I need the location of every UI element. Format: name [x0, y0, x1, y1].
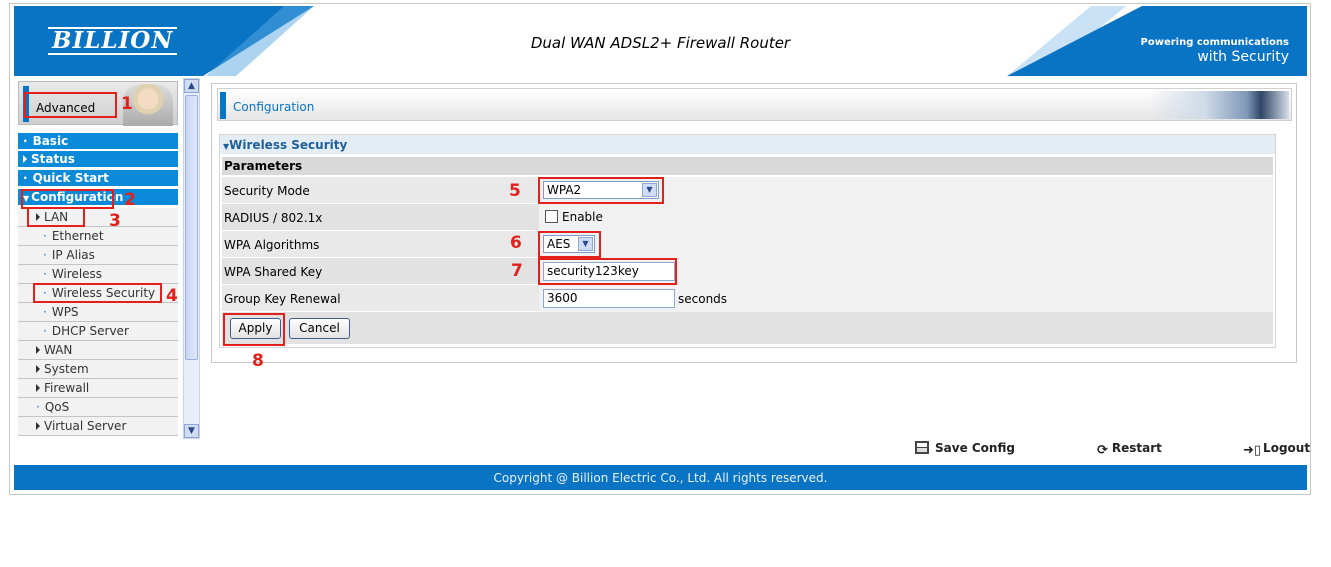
logout-icon: ➜▯ — [1243, 443, 1262, 458]
sidebar-item-wan-label: WAN — [44, 343, 73, 357]
wpa-algorithms-value-cell: AES ▼ — [539, 231, 1273, 258]
save-config-link[interactable]: Save Config — [915, 441, 1015, 455]
sidebar-item-virtual-server[interactable]: Virtual Server — [18, 417, 178, 436]
tagline-line2: with Security — [1197, 49, 1289, 65]
radius-label: RADIUS / 802.1x — [224, 211, 323, 225]
annotation-box-3 — [27, 207, 85, 227]
group-key-renewal-unit: seconds — [678, 292, 728, 306]
menu-quick-start[interactable]: · Quick Start — [18, 170, 178, 187]
security-mode-label: Security Mode — [224, 184, 310, 198]
panel-header[interactable]: ▼Wireless Security — [220, 135, 1275, 155]
content-header-bar — [220, 92, 226, 119]
cancel-button[interactable]: Cancel — [289, 318, 350, 339]
radius-enable-checkbox[interactable] — [545, 210, 558, 223]
annotation-box-1 — [24, 92, 117, 118]
copyright-text: Copyright @ Billion Electric Co., Ltd. A… — [493, 471, 828, 485]
menu-status-label: Status — [31, 152, 75, 166]
annotation-number-5: 5 — [509, 181, 521, 201]
sidebar-item-dhcp-server[interactable]: · DHCP Server — [18, 322, 178, 341]
annotation-number-4: 4 — [166, 286, 178, 306]
save-config-label: Save Config — [935, 441, 1015, 455]
annotation-box-5 — [538, 177, 664, 204]
annotation-box-4 — [33, 283, 162, 303]
sidebar-scrollbar[interactable]: ▲ ▼ — [183, 78, 200, 439]
sidebar-item-qos[interactable]: · QoS — [18, 398, 178, 417]
floppy-icon — [915, 441, 929, 454]
row-wpa-algorithms: WPA Algorithms AES ▼ — [222, 231, 1273, 258]
restart-icon: ⟳ — [1097, 443, 1108, 458]
logout-link[interactable]: ➜▯ Logout — [1243, 441, 1311, 458]
group-key-renewal-input[interactable]: 3600 — [543, 289, 675, 308]
menu-basic-label: Basic — [32, 134, 69, 148]
restart-link[interactable]: ⟳ Restart — [1097, 441, 1162, 458]
tagline-line1: Powering communications — [1140, 37, 1289, 48]
scroll-up-icon[interactable]: ▲ — [184, 79, 199, 93]
office-desk-image — [1149, 91, 1289, 119]
panel-title: Wireless Security — [229, 138, 348, 152]
page-title: Configuration — [233, 100, 315, 114]
sidebar-item-dhcp-server-label: DHCP Server — [51, 324, 129, 338]
radius-enable[interactable]: Enable — [545, 210, 603, 224]
sidebar-item-wireless[interactable]: · Wireless — [18, 265, 178, 284]
sidebar-nav: Advanced · Basic Status · Quick Start ▼ Con… — [18, 79, 180, 439]
row-wpa-shared-key: WPA Shared Key security123key — [222, 258, 1273, 285]
sidebar-item-system[interactable]: System — [18, 360, 178, 379]
params-header: Parameters — [224, 159, 303, 173]
sidebar-item-ethernet-label: Ethernet — [51, 229, 104, 243]
annotation-number-8: 8 — [252, 351, 264, 371]
sidebar-item-system-label: System — [44, 362, 89, 376]
sidebar-item-virtual-server-label: Virtual Server — [44, 419, 127, 433]
row-group-key-renewal: Group Key Renewal 3600 seconds — [222, 285, 1273, 312]
annotation-number-1: 1 — [121, 94, 133, 114]
annotation-number-6: 6 — [510, 233, 522, 253]
product-title: Dual WAN ADSL2+ Firewall Router — [530, 34, 791, 52]
logout-label: Logout — [1263, 441, 1311, 455]
sidebar-item-wan[interactable]: WAN — [18, 341, 178, 360]
sidebar-item-ip-alias-label: IP Alias — [51, 248, 95, 262]
wireless-security-panel: ▼Wireless Security Parameters Security M… — [219, 134, 1276, 348]
annotation-number-3: 3 — [109, 211, 121, 231]
sidebar-item-wireless-label: Wireless — [51, 267, 103, 281]
annotation-box-8 — [223, 313, 285, 346]
sidebar-item-ip-alias[interactable]: · IP Alias — [18, 246, 178, 265]
annotation-number-7: 7 — [511, 261, 523, 281]
sidebar-item-wps[interactable]: · WPS — [18, 303, 178, 322]
annotation-box-6 — [538, 231, 601, 258]
sidebar-item-firewall-label: Firewall — [44, 381, 90, 395]
row-actions: Apply Cancel — [222, 312, 1273, 345]
scroll-thumb[interactable] — [185, 95, 198, 360]
row-radius: RADIUS / 802.1x Enable — [222, 204, 1273, 231]
content-area: Configuration ▼Wireless Security Paramet… — [211, 83, 1297, 363]
sidebar-item-wps-label: WPS — [51, 305, 79, 319]
restart-label: Restart — [1111, 441, 1162, 455]
radius-value-cell: Enable — [539, 204, 1273, 231]
brand-tagline: Powering communications with Security — [1141, 36, 1289, 64]
sidebar-item-firewall[interactable]: Firewall — [18, 379, 178, 398]
group-key-renewal-value-cell: 3600 seconds — [539, 285, 1273, 312]
sidebar-item-qos-label: QoS — [44, 400, 70, 414]
header-banner: BILLION Dual WAN ADSL2+ Firewall Router … — [14, 6, 1307, 76]
annotation-box-2 — [21, 189, 114, 209]
copyright-bar: Copyright @ Billion Electric Co., Ltd. A… — [14, 465, 1307, 490]
menu-status[interactable]: Status — [18, 151, 178, 168]
annotation-box-7 — [538, 258, 677, 285]
group-key-renewal-label: Group Key Renewal — [224, 292, 341, 306]
annotation-number-2: 2 — [124, 190, 136, 210]
menu-quick-start-label: Quick Start — [32, 171, 109, 185]
row-security-mode: Security Mode WPA2 ▼ — [222, 177, 1273, 204]
params-header-row: Parameters — [222, 157, 1273, 176]
scroll-down-icon[interactable]: ▼ — [184, 424, 199, 438]
sidebar-item-ethernet[interactable]: · Ethernet — [18, 227, 178, 246]
radius-enable-label: Enable — [562, 210, 603, 224]
wpa-algorithms-label: WPA Algorithms — [224, 238, 320, 252]
menu-basic[interactable]: · Basic — [18, 133, 178, 150]
content-header: Configuration — [217, 88, 1292, 121]
wpa-shared-key-label: WPA Shared Key — [224, 265, 323, 279]
